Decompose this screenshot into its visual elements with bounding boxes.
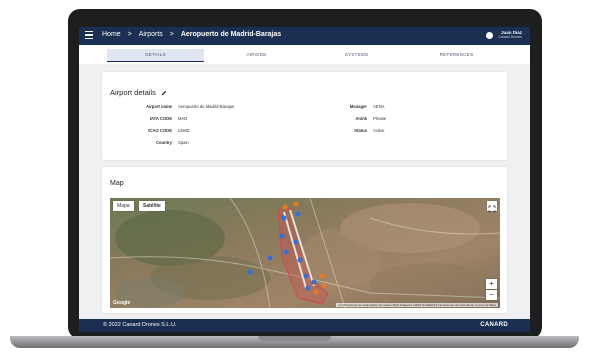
detail-value: LEMD	[178, 128, 190, 133]
zoom-out-button[interactable]: −	[486, 290, 497, 300]
fullscreen-icon[interactable]	[487, 201, 497, 213]
airport-details-heading: Airport details	[110, 88, 156, 97]
user-icon	[486, 32, 494, 39]
breadcrumb: Home > Airports > Aeropuerto de Madrid-B…	[102, 31, 281, 38]
edit-pencil-icon[interactable]	[161, 90, 167, 96]
detail-label: Airport name	[145, 104, 172, 109]
detail-label: Country	[155, 140, 172, 145]
user-menu[interactable]: Juan Diaz Canard Drones	[486, 30, 522, 39]
airport-details-card: Airport details Airport name Aeropuerto …	[102, 72, 507, 160]
map-type-map-button[interactable]: Mapa	[113, 201, 134, 211]
breadcrumb-current: Aeropuerto de Madrid-Barajas	[180, 31, 282, 38]
detail-value: Private	[373, 116, 387, 121]
detail-value: Spain	[178, 140, 189, 145]
detail-value: MAD	[178, 116, 188, 121]
tab-details[interactable]: DETAILS	[107, 49, 204, 62]
detail-label: Status	[354, 128, 367, 133]
map-title: Map	[110, 180, 124, 187]
tab-systems[interactable]: SYSTEMS	[309, 49, 404, 61]
detail-value: Active	[373, 128, 385, 133]
detail-value: Aeropuerto de Madrid-Barajas	[178, 104, 235, 109]
footer-brand-logo: CANARD	[480, 322, 508, 328]
detail-label: Anink	[355, 116, 367, 121]
tab-airside[interactable]: AIRSIDE	[209, 49, 304, 61]
zoom-in-button[interactable]: +	[486, 279, 497, 289]
footer: © 2022 Canard Drones S.L.U. CANARD	[79, 319, 530, 332]
user-company: Canard Drones	[498, 35, 522, 39]
airport-details-title: Airport details	[110, 88, 167, 97]
breadcrumb-separator-icon: >	[127, 31, 132, 38]
tab-bar: DETAILS AIRSIDE SYSTEMS REFERENCES	[79, 45, 530, 64]
satellite-map[interactable]: Mapa Satélite + − Google Combinaciones d…	[110, 198, 500, 308]
map-card: Map Mapa Satélite + − Google Combinacion…	[102, 167, 507, 313]
detail-label: Manager	[349, 104, 367, 109]
detail-label: IATA CODE	[149, 116, 172, 121]
breadcrumb-separator-icon: >	[169, 31, 174, 38]
satellite-imagery	[110, 198, 500, 308]
map-type-satellite-button[interactable]: Satélite	[139, 201, 165, 211]
app-screen: Home > Airports > Aeropuerto de Madrid-B…	[79, 27, 530, 332]
footer-copyright: © 2022 Canard Drones S.L.U.	[103, 322, 177, 328]
breadcrumb-home[interactable]: Home	[102, 31, 121, 38]
detail-label: ICAO CODE	[148, 128, 172, 133]
menu-icon[interactable]	[85, 31, 93, 40]
google-logo: Google	[113, 300, 131, 306]
breadcrumb-airports[interactable]: Airports	[139, 31, 163, 38]
map-attribution[interactable]: Combinaciones de teclas Datos del mapa ©…	[336, 303, 498, 307]
laptop-notch	[258, 336, 331, 341]
top-bar: Home > Airports > Aeropuerto de Madrid-B…	[79, 27, 530, 45]
tab-references[interactable]: REFERENCES	[409, 49, 504, 61]
detail-value: AENA	[373, 104, 385, 109]
